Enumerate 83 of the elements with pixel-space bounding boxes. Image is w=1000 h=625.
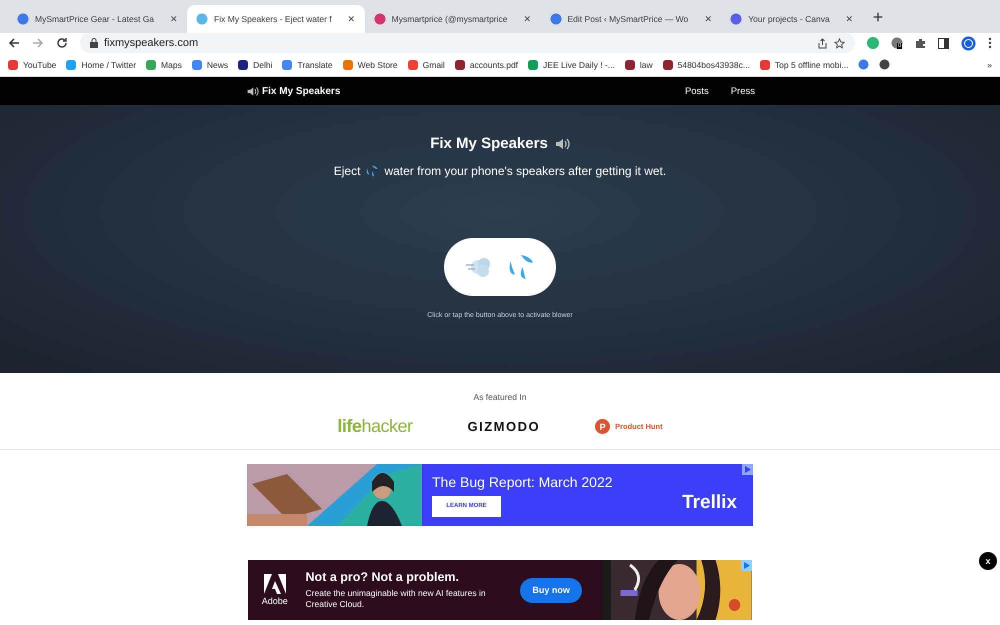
tab-title: Fix My Speakers - Eject water f (214, 14, 332, 24)
site-icon (374, 13, 386, 25)
close-icon[interactable]: ✕ (170, 14, 178, 24)
tab-title: Edit Post ‹ MySmartPrice — Wo (568, 14, 688, 24)
bookmark[interactable]: Maps (146, 60, 182, 70)
close-ad-button[interactable]: x (979, 552, 997, 570)
bookmark[interactable]: Delhi (238, 60, 272, 70)
lock-icon (90, 38, 98, 48)
tab-title: Your projects - Canva (748, 14, 830, 24)
bookmark[interactable]: News (192, 60, 228, 70)
hero-subtitle: Eject (334, 164, 360, 178)
bookmark-icon (624, 60, 635, 70)
bookmark-icon (282, 60, 292, 70)
browser-tab[interactable]: Mysmartprice (@mysmartprice ✕ (364, 5, 541, 33)
close-icon[interactable]: ✕ (524, 14, 532, 24)
ad-banner[interactable]: Adobe Not a pro? Not a problem. Create the unimaginable with new AI features in Creative Cloud. Buy now (248, 560, 752, 620)
bookmark-icon (66, 60, 76, 70)
hero-subtitle: water from your phone's speakers after getting it wet. (384, 164, 666, 178)
bookmark[interactable]: 54804bos43938c... (662, 60, 750, 70)
ad-headline: Not a pro? Not a problem. (306, 570, 460, 584)
close-icon[interactable]: ✕ (704, 14, 712, 24)
ad-text: Create the unimaginable with new AI features in Creative Cloud. (306, 588, 487, 610)
bookmark-icon (454, 60, 465, 70)
hero-title: Fix My Speakers (430, 135, 548, 152)
bookmark-icon (760, 60, 770, 70)
adobe-logo-icon (264, 574, 286, 594)
nav-link[interactable]: Press (730, 86, 755, 96)
droplets-icon (365, 164, 380, 178)
browser-tab[interactable]: Your projects - Canva ✕ (721, 5, 863, 33)
bookmark-icon (192, 60, 202, 70)
bookmark-icon (8, 60, 18, 70)
bookmark[interactable]: Home / Twitter (66, 60, 136, 70)
ad-choices-icon[interactable] (741, 560, 752, 571)
bookmark[interactable]: accounts.pdf (454, 60, 518, 70)
gizmodo-logo[interactable]: GIZMODO (467, 419, 540, 434)
side-panel-icon[interactable] (938, 38, 949, 48)
bookmark[interactable]: Top 5 offline mobi... (760, 60, 848, 70)
ad-headline: The Bug Report: March 2022 (432, 474, 614, 490)
avatar-icon[interactable] (961, 36, 976, 50)
bookmark-icon (342, 60, 353, 70)
back-icon[interactable] (8, 37, 20, 49)
bookmark-icon (238, 60, 248, 70)
url-text: fixmyspeakers.com (104, 37, 198, 49)
reload-icon[interactable] (56, 37, 68, 49)
bookmark[interactable]: law (624, 60, 653, 70)
ad-choices-icon[interactable] (742, 464, 753, 475)
ad-logo: Trellix (682, 492, 737, 514)
bookmark[interactable]: JEE Live Daily ! -... (528, 60, 615, 70)
tool-strip (602, 560, 612, 620)
close-icon[interactable]: ✕ (846, 14, 854, 24)
bookmark[interactable]: Gmail (408, 60, 445, 70)
bookmark[interactable]: YouTube (8, 60, 56, 70)
star-icon[interactable] (834, 38, 845, 48)
tab-title: Mysmartprice (@mysmartprice (392, 14, 508, 24)
puzzle-icon[interactable] (915, 38, 926, 48)
buy-now-button[interactable]: Buy now (520, 578, 582, 602)
close-icon[interactable]: ✕ (348, 14, 356, 24)
bookmark-icon (146, 60, 156, 70)
speaker-icon (246, 84, 259, 98)
browser-tab[interactable]: Edit Post ‹ MySmartPrice — Wo ✕ (540, 5, 722, 33)
share-icon[interactable] (817, 38, 828, 48)
bookmark-icon (662, 60, 673, 70)
tab-title: MySmartPrice Gear - Latest Ga (35, 14, 154, 24)
bookmark[interactable]: Translate (282, 60, 333, 70)
bookmark-icon (528, 60, 538, 70)
site-icon (196, 13, 208, 25)
site-icon (550, 13, 562, 25)
bookmark-icon (408, 60, 418, 70)
address-bar[interactable]: fixmyspeakers.com (80, 33, 855, 53)
site-icon[interactable] (858, 59, 870, 70)
browser-tab[interactable]: Fix My Speakers - Eject water f ✕ (187, 5, 365, 33)
site-icon (17, 13, 29, 25)
site-icon (730, 13, 742, 25)
menu-icon[interactable] (988, 37, 992, 49)
more-bookmarks-button[interactable]: » (987, 60, 992, 70)
new-tab-button[interactable]: + (872, 7, 884, 28)
bookmark[interactable]: Web Store (342, 60, 398, 70)
site-brand[interactable]: Fix My Speakers (262, 86, 340, 96)
product-hunt-logo[interactable]: P (595, 419, 610, 434)
browser-tab[interactable]: MySmartPrice Gear - Latest Ga ✕ (8, 5, 188, 33)
featured-heading: As featured In (474, 392, 526, 402)
ad-logo: Adobe (262, 596, 288, 606)
nav-link[interactable]: Posts (684, 86, 709, 96)
